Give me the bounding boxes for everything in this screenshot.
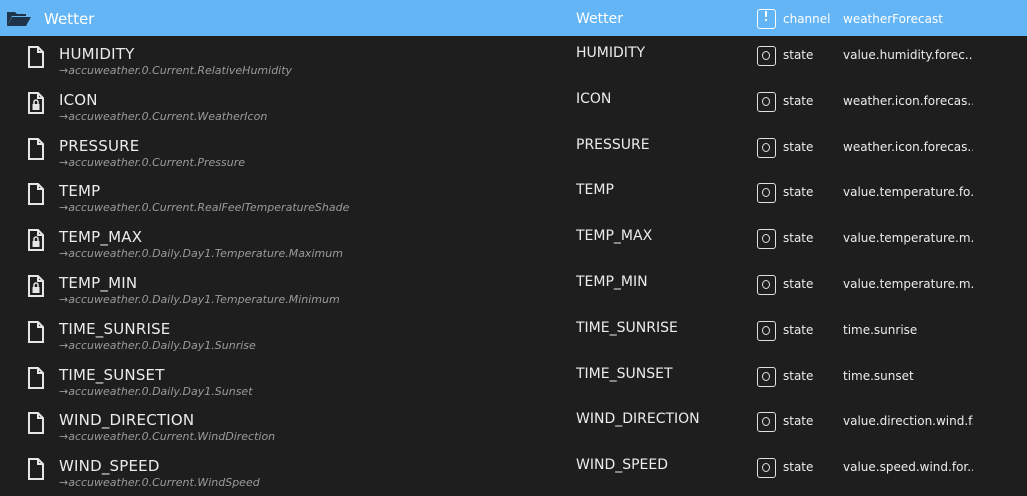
state-alias-path: →accuweather.0.Current.WindSpeed <box>59 476 260 490</box>
state-row[interactable]: TIME_SUNRISE →accuweather.0.Daily.Day1.Su… <box>0 311 1027 357</box>
state-name: TEMP_MAX <box>59 228 143 247</box>
state-display-name: TEMP_MIN <box>576 274 648 290</box>
state-display-name: TIME_SUNRISE <box>576 319 678 336</box>
state-box-icon <box>757 91 776 112</box>
state-name: WIND_SPEED <box>59 457 160 476</box>
state-alias-path: →accuweather.0.Daily.Day1.Sunset <box>59 384 253 398</box>
state-box-icon <box>757 458 776 479</box>
channel-role: weatherForecast <box>843 12 943 26</box>
channel-type: channel <box>783 12 831 26</box>
state-role: weather.icon.forecas... <box>843 139 973 154</box>
info-box-icon <box>757 9 776 29</box>
state-role: value.speed.wind.for... <box>843 460 973 475</box>
state-role: value.direction.wind.f... <box>843 414 973 429</box>
file-icon <box>28 320 44 343</box>
state-row[interactable]: HUMIDITY →accuweather.0.Current.RelativeH… <box>0 36 1027 82</box>
state-type: state <box>783 322 814 337</box>
state-row[interactable]: WIND_DIRECTION →accuweather.0.Current.Win… <box>0 402 1027 448</box>
file-lock-icon <box>28 229 44 252</box>
state-role: time.sunrise <box>843 322 918 337</box>
state-type: state <box>783 93 814 108</box>
state-name: PRESSURE <box>59 136 140 155</box>
state-type: state <box>783 368 814 383</box>
state-name: TEMP <box>59 182 101 201</box>
state-alias-path: →accuweather.0.Current.WeatherIcon <box>59 109 268 123</box>
state-role: time.sunset <box>843 368 914 383</box>
state-display-name: TIME_SUNSET <box>576 365 673 382</box>
state-type: state <box>783 231 814 246</box>
state-alias-path: →accuweather.0.Daily.Day1.Sunrise <box>59 338 256 352</box>
state-display-name: PRESSURE <box>576 136 650 153</box>
folder-open-icon[interactable] <box>6 10 32 27</box>
state-box-icon <box>757 412 776 433</box>
state-display-name: TEMP_MAX <box>576 228 653 245</box>
state-name: TIME_SUNSET <box>59 365 165 384</box>
file-lock-icon <box>28 275 44 297</box>
state-row[interactable]: PRESSURE →accuweather.0.Current.Pressure P… <box>0 128 1027 174</box>
file-lock-icon <box>28 91 44 114</box>
file-icon <box>28 458 44 481</box>
file-icon <box>28 183 44 206</box>
file-icon <box>28 412 44 435</box>
state-box-icon <box>757 46 776 66</box>
state-display-name: HUMIDITY <box>576 45 645 61</box>
state-box-icon <box>757 229 776 250</box>
state-type: state <box>783 185 814 200</box>
channel-header-row[interactable]: Wetter Wetter channel weatherForecast <box>0 0 1027 36</box>
state-type: state <box>783 277 814 291</box>
file-icon <box>28 46 44 68</box>
state-alias-path: →accuweather.0.Current.WindDirection <box>59 430 276 444</box>
state-alias-path: →accuweather.0.Daily.Day1.Temperature.Mi… <box>59 293 340 306</box>
state-row[interactable]: ICON →accuweather.0.Current.WeatherIcon IC… <box>0 82 1027 128</box>
state-row[interactable]: TEMP →accuweather.0.Current.RealFeelTempe… <box>0 173 1027 219</box>
state-type: state <box>783 414 814 429</box>
state-row[interactable]: TEMP_MAX →accuweather.0.Daily.Day1.Temper… <box>0 219 1027 265</box>
state-row[interactable]: TEMP_MIN →accuweather.0.Daily.Day1.Temper… <box>0 265 1027 311</box>
state-alias-path: →accuweather.0.Current.RealFeelTemperatu… <box>59 201 350 215</box>
state-name: ICON <box>59 90 98 109</box>
state-alias-path: →accuweather.0.Current.RelativeHumidity <box>59 64 293 77</box>
state-name: TEMP_MIN <box>59 274 138 292</box>
state-box-icon <box>757 320 776 341</box>
state-name: HUMIDITY <box>59 45 135 63</box>
state-type: state <box>783 139 814 154</box>
state-box-icon <box>757 183 776 204</box>
state-row[interactable]: TIME_SUNSET →accuweather.0.Daily.Day1.Sun… <box>0 357 1027 403</box>
state-type: state <box>783 460 814 475</box>
state-row[interactable]: WIND_SPEED →accuweather.0.Current.WindSpe… <box>0 448 1027 494</box>
file-icon <box>28 137 44 160</box>
channel-display-name: Wetter <box>576 11 623 27</box>
state-box-icon <box>757 366 776 387</box>
state-box-icon <box>757 275 776 295</box>
file-icon <box>28 366 44 389</box>
state-display-name: ICON <box>576 90 612 107</box>
state-name: TIME_SUNRISE <box>59 319 171 338</box>
state-role: value.temperature.fo... <box>843 185 973 200</box>
state-alias-path: →accuweather.0.Daily.Day1.Temperature.Ma… <box>59 247 343 261</box>
state-role: value.humidity.forec... <box>843 48 973 62</box>
state-box-icon <box>757 137 776 158</box>
state-role: value.temperature.m... <box>843 231 973 246</box>
state-name: WIND_DIRECTION <box>59 411 195 430</box>
state-type: state <box>783 48 814 62</box>
state-role: value.temperature.m... <box>843 277 973 291</box>
state-display-name: WIND_SPEED <box>576 457 669 474</box>
state-display-name: WIND_DIRECTION <box>576 411 700 428</box>
state-alias-path: →accuweather.0.Current.Pressure <box>59 155 245 169</box>
state-role: weather.icon.forecas... <box>843 93 973 108</box>
channel-name: Wetter <box>44 10 95 28</box>
state-display-name: TEMP <box>576 182 614 199</box>
